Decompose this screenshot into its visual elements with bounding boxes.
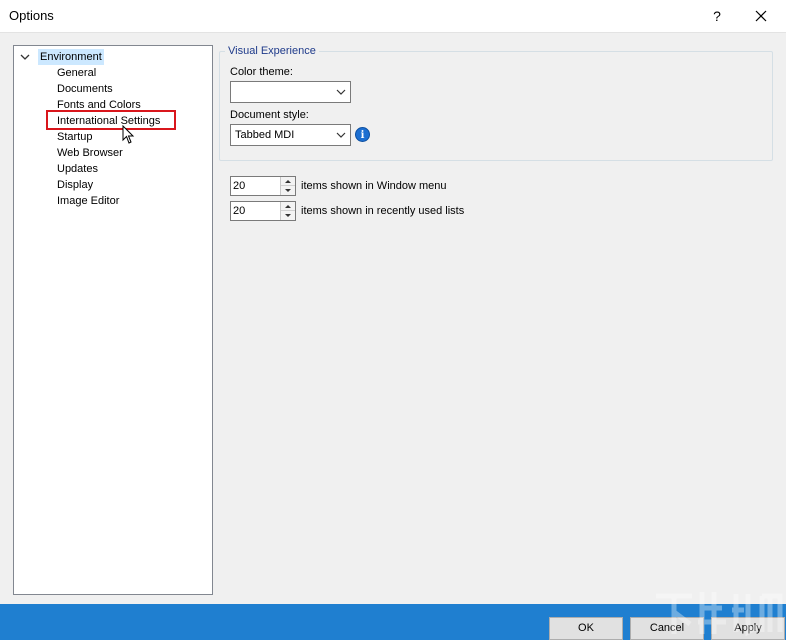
recent-lists-count-stepper[interactable]: 20 xyxy=(230,201,296,221)
chevron-down-icon xyxy=(336,89,346,95)
title-bar: Options ? xyxy=(0,0,786,32)
spin-down-icon xyxy=(285,189,291,192)
tree-root-label: Environment xyxy=(38,49,104,65)
color-theme-label: Color theme: xyxy=(230,66,293,78)
spin-buttons xyxy=(280,202,295,220)
spin-up-icon xyxy=(285,180,291,183)
spin-up-button[interactable] xyxy=(281,177,295,186)
help-button[interactable]: ? xyxy=(706,5,728,27)
annotation-highlight-box xyxy=(46,110,176,130)
color-theme-select[interactable] xyxy=(230,81,351,103)
recent-lists-count-label: items shown in recently used lists xyxy=(301,205,465,217)
tree-item-startup[interactable]: Startup xyxy=(57,129,92,145)
close-icon xyxy=(755,10,767,22)
info-icon[interactable]: i xyxy=(355,127,370,142)
tree-item-image-editor[interactable]: Image Editor xyxy=(57,193,119,209)
chevron-down-icon[interactable] xyxy=(18,50,32,64)
window-menu-count-stepper[interactable]: 20 xyxy=(230,176,296,196)
options-tree[interactable]: Environment General Documents Fonts and … xyxy=(13,45,213,595)
visual-experience-group: Visual Experience Color theme: Document … xyxy=(219,44,773,161)
spin-up-icon xyxy=(285,205,291,208)
ok-button[interactable]: OK xyxy=(549,617,623,640)
document-style-value: Tabbed MDI xyxy=(235,129,295,141)
window-title: Options xyxy=(9,8,54,23)
watermark-logo xyxy=(656,592,783,637)
tree-item-documents[interactable]: Documents xyxy=(57,81,113,97)
spin-down-icon xyxy=(285,214,291,217)
recent-lists-count-value[interactable]: 20 xyxy=(233,202,245,220)
window-menu-count-value[interactable]: 20 xyxy=(233,177,245,195)
dialog-client: Environment General Documents Fonts and … xyxy=(0,32,786,604)
tree-root-environment[interactable]: Environment xyxy=(18,49,104,65)
tree-item-general[interactable]: General xyxy=(57,65,96,81)
spin-buttons xyxy=(280,177,295,195)
tree-item-web-browser[interactable]: Web Browser xyxy=(57,145,123,161)
close-button[interactable] xyxy=(746,4,776,28)
tree-item-display[interactable]: Display xyxy=(57,177,93,193)
tree-item-updates[interactable]: Updates xyxy=(57,161,98,177)
spin-down-button[interactable] xyxy=(281,186,295,195)
document-style-select[interactable]: Tabbed MDI xyxy=(230,124,351,146)
cursor-icon xyxy=(122,125,135,144)
spin-up-button[interactable] xyxy=(281,202,295,211)
visual-experience-legend: Visual Experience xyxy=(225,44,319,58)
window-menu-count-label: items shown in Window menu xyxy=(301,180,447,192)
chevron-down-icon xyxy=(336,132,346,138)
spin-down-button[interactable] xyxy=(281,211,295,220)
document-style-label: Document style: xyxy=(230,109,309,121)
